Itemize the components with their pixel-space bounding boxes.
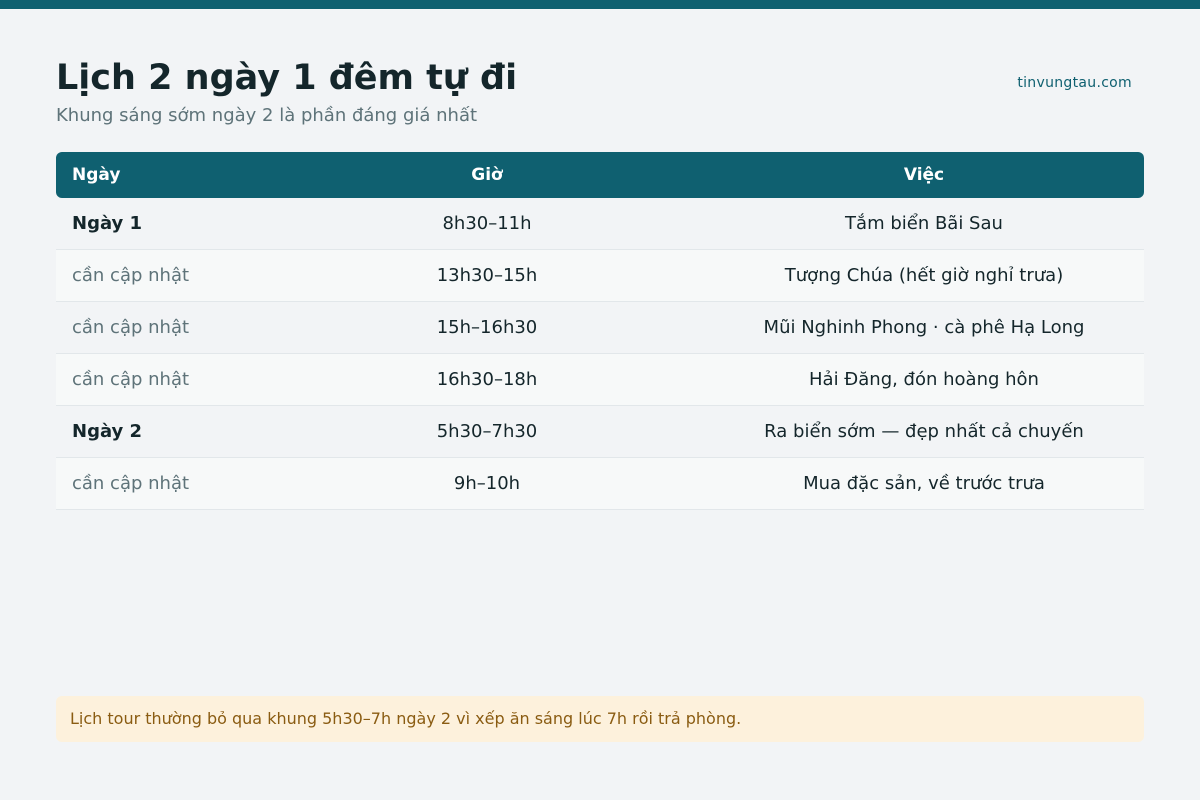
- table-row: cần cập nhật 9h–10h Mua đặc sản, về trướ…: [56, 457, 1144, 510]
- table-row: Ngày 1 8h30–11h Tắm biển Bãi Sau: [56, 198, 1144, 250]
- row-time: 13h30–15h: [270, 249, 704, 302]
- table-header-row: Ngày Giờ Việc: [56, 152, 1144, 198]
- row-time: 9h–10h: [270, 457, 704, 510]
- row-time: 16h30–18h: [270, 353, 704, 406]
- row-day: cần cập nhật: [56, 301, 270, 354]
- row-time: 5h30–7h30: [270, 405, 704, 458]
- schedule-table: Ngày Giờ Việc Ngày 1 8h30–11h Tắm biển B…: [56, 152, 1144, 510]
- column-header-day: Ngày: [56, 152, 270, 198]
- tip-note: Lịch tour thường bỏ qua khung 5h30–7h ng…: [56, 696, 1144, 742]
- page-subtitle: Khung sáng sớm ngày 2 là phần đáng giá n…: [56, 105, 478, 126]
- site-name: tinvungtau.com: [1017, 75, 1132, 91]
- table-row: cần cập nhật 13h30–15h Tượng Chúa (hết g…: [56, 249, 1144, 302]
- row-time: 15h–16h30: [270, 301, 704, 354]
- row-task: Mũi Nghinh Phong · cà phê Hạ Long: [704, 301, 1144, 354]
- column-header-task: Việc: [704, 152, 1144, 198]
- row-task: Tắm biển Bãi Sau: [704, 198, 1144, 250]
- column-header-time: Giờ: [270, 152, 704, 198]
- row-day: Ngày 1: [56, 198, 270, 250]
- row-task: Tượng Chúa (hết giờ nghỉ trưa): [704, 249, 1144, 302]
- row-task: Mua đặc sản, về trước trưa: [704, 457, 1144, 510]
- page-title: Lịch 2 ngày 1 đêm tự đi: [56, 58, 518, 98]
- row-day: Ngày 2: [56, 405, 270, 458]
- table-row: Ngày 2 5h30–7h30 Ra biển sớm — đẹp nhất …: [56, 405, 1144, 458]
- row-day: cần cập nhật: [56, 353, 270, 406]
- table-row: cần cập nhật 15h–16h30 Mũi Nghinh Phong …: [56, 301, 1144, 354]
- row-day: cần cập nhật: [56, 249, 270, 302]
- row-day: cần cập nhật: [56, 457, 270, 510]
- row-task: Ra biển sớm — đẹp nhất cả chuyến: [704, 405, 1144, 458]
- table-row: cần cập nhật 16h30–18h Hải Đăng, đón hoà…: [56, 353, 1144, 406]
- row-time: 8h30–11h: [270, 198, 704, 250]
- top-accent-bar: [0, 0, 1200, 9]
- row-task: Hải Đăng, đón hoàng hôn: [704, 353, 1144, 406]
